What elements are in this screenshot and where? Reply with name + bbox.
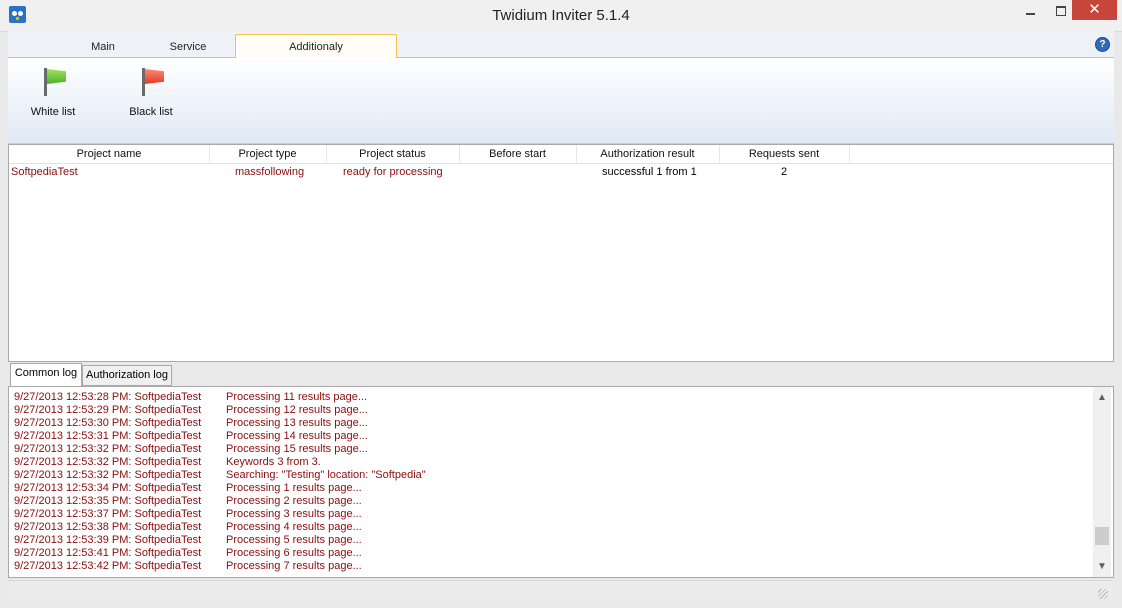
log-timestamp: 9/27/2013 12:53:39 PM: SoftpediaTest: [14, 534, 202, 546]
log-message: Processing 11 results page...: [226, 391, 368, 403]
ribbon-panel: White list Black list: [8, 58, 1114, 144]
cell-project-name: SoftpediaTest: [11, 166, 78, 178]
log-message: Keywords 3 from 3.: [226, 456, 321, 468]
table-row[interactable]: SoftpediaTest massfollowing ready for pr…: [9, 164, 1113, 180]
log-line: 9/27/2013 12:53:29 PM: SoftpediaTest Proc…: [14, 404, 426, 417]
log-message: Processing 14 results page...: [226, 430, 368, 442]
resize-grip-icon[interactable]: [1098, 589, 1108, 599]
log-line: 9/27/2013 12:53:30 PM: SoftpediaTest Proc…: [14, 417, 426, 430]
log-timestamp: 9/27/2013 12:53:37 PM: SoftpediaTest: [14, 508, 202, 520]
log-line: 9/27/2013 12:53:32 PM: SoftpediaTest Sear…: [14, 469, 426, 482]
title-bar: Twidium Inviter 5.1.4 ✕: [0, 0, 1122, 32]
log-message: Searching: "Testing" location: "Softpedi…: [226, 469, 426, 481]
column-header-project-status[interactable]: Project status: [326, 145, 460, 163]
log-timestamp: 9/27/2013 12:53:38 PM: SoftpediaTest: [14, 521, 202, 533]
log-message: Processing 2 results page...: [226, 495, 362, 507]
log-message: Processing 6 results page...: [226, 547, 362, 559]
help-icon[interactable]: ?: [1095, 37, 1110, 52]
cell-authorization-result: successful 1 from 1: [602, 166, 697, 178]
log-timestamp: 9/27/2013 12:53:31 PM: SoftpediaTest: [14, 430, 202, 442]
column-header-authorization-result[interactable]: Authorization result: [576, 145, 720, 163]
log-line: 9/27/2013 12:53:32 PM: SoftpediaTest Keyw…: [14, 456, 426, 469]
cell-project-status: ready for processing: [343, 166, 443, 178]
white-list-button[interactable]: White list: [8, 66, 98, 126]
cell-requests-sent: 2: [781, 166, 788, 178]
projects-table[interactable]: Project name Project type Project status…: [8, 144, 1114, 362]
log-line: 9/27/2013 12:53:37 PM: SoftpediaTest Proc…: [14, 508, 426, 521]
log-timestamp: 9/27/2013 12:53:28 PM: SoftpediaTest: [14, 391, 202, 403]
log-timestamp: 9/27/2013 12:53:32 PM: SoftpediaTest: [14, 469, 202, 481]
log-line: 9/27/2013 12:53:42 PM: SoftpediaTest Proc…: [14, 560, 426, 573]
status-bar: [8, 580, 1112, 601]
log-timestamp: 9/27/2013 12:53:32 PM: SoftpediaTest: [14, 443, 202, 455]
maximize-icon: [1056, 6, 1066, 16]
log-message: Processing 13 results page...: [226, 417, 368, 429]
log-message: Processing 7 results page...: [226, 560, 362, 572]
column-header-project-type[interactable]: Project type: [209, 145, 327, 163]
log-timestamp: 9/27/2013 12:53:35 PM: SoftpediaTest: [14, 495, 202, 507]
scroll-thumb[interactable]: [1095, 527, 1109, 545]
scroll-down-icon[interactable]: ▼: [1093, 558, 1111, 575]
log-tab-bar: Common log Authorization log: [8, 363, 1112, 387]
tab-additionaly[interactable]: Additionaly: [235, 34, 397, 61]
common-log-panel[interactable]: 9/27/2013 12:53:28 PM: SoftpediaTest Proc…: [8, 386, 1114, 578]
log-line: 9/27/2013 12:53:32 PM: SoftpediaTest Proc…: [14, 443, 426, 456]
log-lines: 9/27/2013 12:53:28 PM: SoftpediaTest Proc…: [14, 391, 426, 573]
log-line: 9/27/2013 12:53:34 PM: SoftpediaTest Proc…: [14, 482, 426, 495]
cell-project-type: massfollowing: [235, 166, 305, 178]
close-button[interactable]: ✕: [1072, 0, 1117, 20]
log-line: 9/27/2013 12:53:28 PM: SoftpediaTest Proc…: [14, 391, 426, 404]
log-timestamp: 9/27/2013 12:53:32 PM: SoftpediaTest: [14, 456, 202, 468]
tab-common-log[interactable]: Common log: [10, 363, 82, 387]
log-line: 9/27/2013 12:53:38 PM: SoftpediaTest Proc…: [14, 521, 426, 534]
log-line: 9/27/2013 12:53:35 PM: SoftpediaTest Proc…: [14, 495, 426, 508]
table-header: Project name Project type Project status…: [9, 145, 1113, 164]
red-flag-icon: [136, 66, 166, 98]
ribbon-tab-bar: Main Service Additionaly ?: [8, 31, 1114, 61]
log-scrollbar[interactable]: ▲ ▼: [1093, 387, 1111, 577]
log-line: 9/27/2013 12:53:31 PM: SoftpediaTest Proc…: [14, 430, 426, 443]
close-icon: ✕: [1088, 1, 1101, 18]
log-message: Processing 1 results page...: [226, 482, 362, 494]
log-message: Processing 3 results page...: [226, 508, 362, 520]
log-timestamp: 9/27/2013 12:53:29 PM: SoftpediaTest: [14, 404, 202, 416]
white-list-label: White list: [30, 106, 76, 118]
tab-authorization-log[interactable]: Authorization log: [82, 365, 172, 386]
black-list-label: Black list: [129, 106, 173, 118]
column-header-before-start[interactable]: Before start: [459, 145, 577, 163]
log-message: Processing 4 results page...: [226, 521, 362, 533]
column-header-project-name[interactable]: Project name: [9, 145, 210, 163]
green-flag-icon: [38, 66, 68, 98]
log-message: Processing 12 results page...: [226, 404, 368, 416]
log-timestamp: 9/27/2013 12:53:34 PM: SoftpediaTest: [14, 482, 202, 494]
window-title: Twidium Inviter 5.1.4: [492, 7, 630, 24]
column-header-requests-sent[interactable]: Requests sent: [719, 145, 850, 163]
minimize-icon: [1026, 13, 1035, 15]
scroll-up-icon[interactable]: ▲: [1093, 389, 1111, 406]
log-line: 9/27/2013 12:53:39 PM: SoftpediaTest Proc…: [14, 534, 426, 547]
log-line: 9/27/2013 12:53:41 PM: SoftpediaTest Proc…: [14, 547, 426, 560]
log-message: Processing 5 results page...: [226, 534, 362, 546]
black-list-button[interactable]: Black list: [106, 66, 196, 126]
log-timestamp: 9/27/2013 12:53:41 PM: SoftpediaTest: [14, 547, 202, 559]
log-timestamp: 9/27/2013 12:53:42 PM: SoftpediaTest: [14, 560, 202, 572]
log-message: Processing 15 results page...: [226, 443, 368, 455]
log-timestamp: 9/27/2013 12:53:30 PM: SoftpediaTest: [14, 417, 202, 429]
tab-service[interactable]: Service: [163, 31, 213, 57]
tab-main[interactable]: Main: [83, 31, 123, 57]
